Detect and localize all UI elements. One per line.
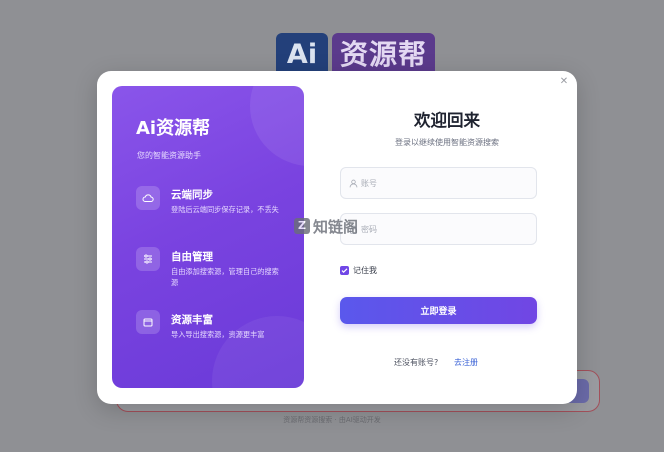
password-field[interactable] xyxy=(340,213,537,245)
feature-title-resources: 资源丰富 xyxy=(171,314,213,326)
login-button[interactable]: 立即登录 xyxy=(340,297,537,324)
feature-title-manage: 自由管理 xyxy=(171,251,213,263)
password-input[interactable] xyxy=(341,214,536,244)
register-prompt: 还没有账号? xyxy=(394,358,439,367)
watermark-text: 知链阁 xyxy=(313,217,359,236)
form-title: 欢迎回来 xyxy=(414,111,480,130)
feature-desc-manage: 自由添加搜索源，管理自己的搜索源 xyxy=(171,267,279,287)
check-icon xyxy=(341,268,348,274)
username-field[interactable] xyxy=(340,167,537,199)
background-footer: 资源帮资源搜索 · 由AI驱动开发 xyxy=(283,416,381,424)
box-icon xyxy=(136,310,160,334)
decorative-circle xyxy=(212,316,304,388)
feature-desc-resources: 导入导出搜索源，资源更丰富 xyxy=(171,330,265,339)
feature-desc-sync: 登陆后云端同步保存记录，不丢失 xyxy=(171,205,279,214)
watermark: Z 知链阁 xyxy=(294,215,358,237)
feature-title-sync: 云端同步 xyxy=(171,189,213,201)
panel-subtitle: 您的智能资源助手 xyxy=(137,151,201,160)
register-link[interactable]: 去注册 xyxy=(454,357,478,368)
cloud-icon xyxy=(136,186,160,210)
form-subtitle: 登录以继续使用智能资源搜索 xyxy=(395,138,499,147)
remember-checkbox[interactable] xyxy=(340,266,349,275)
close-icon[interactable]: ✕ xyxy=(558,76,570,88)
remember-label[interactable]: 记住我 xyxy=(353,265,377,276)
watermark-badge: Z xyxy=(294,218,310,234)
username-input[interactable] xyxy=(341,168,536,198)
sliders-icon xyxy=(136,247,160,271)
